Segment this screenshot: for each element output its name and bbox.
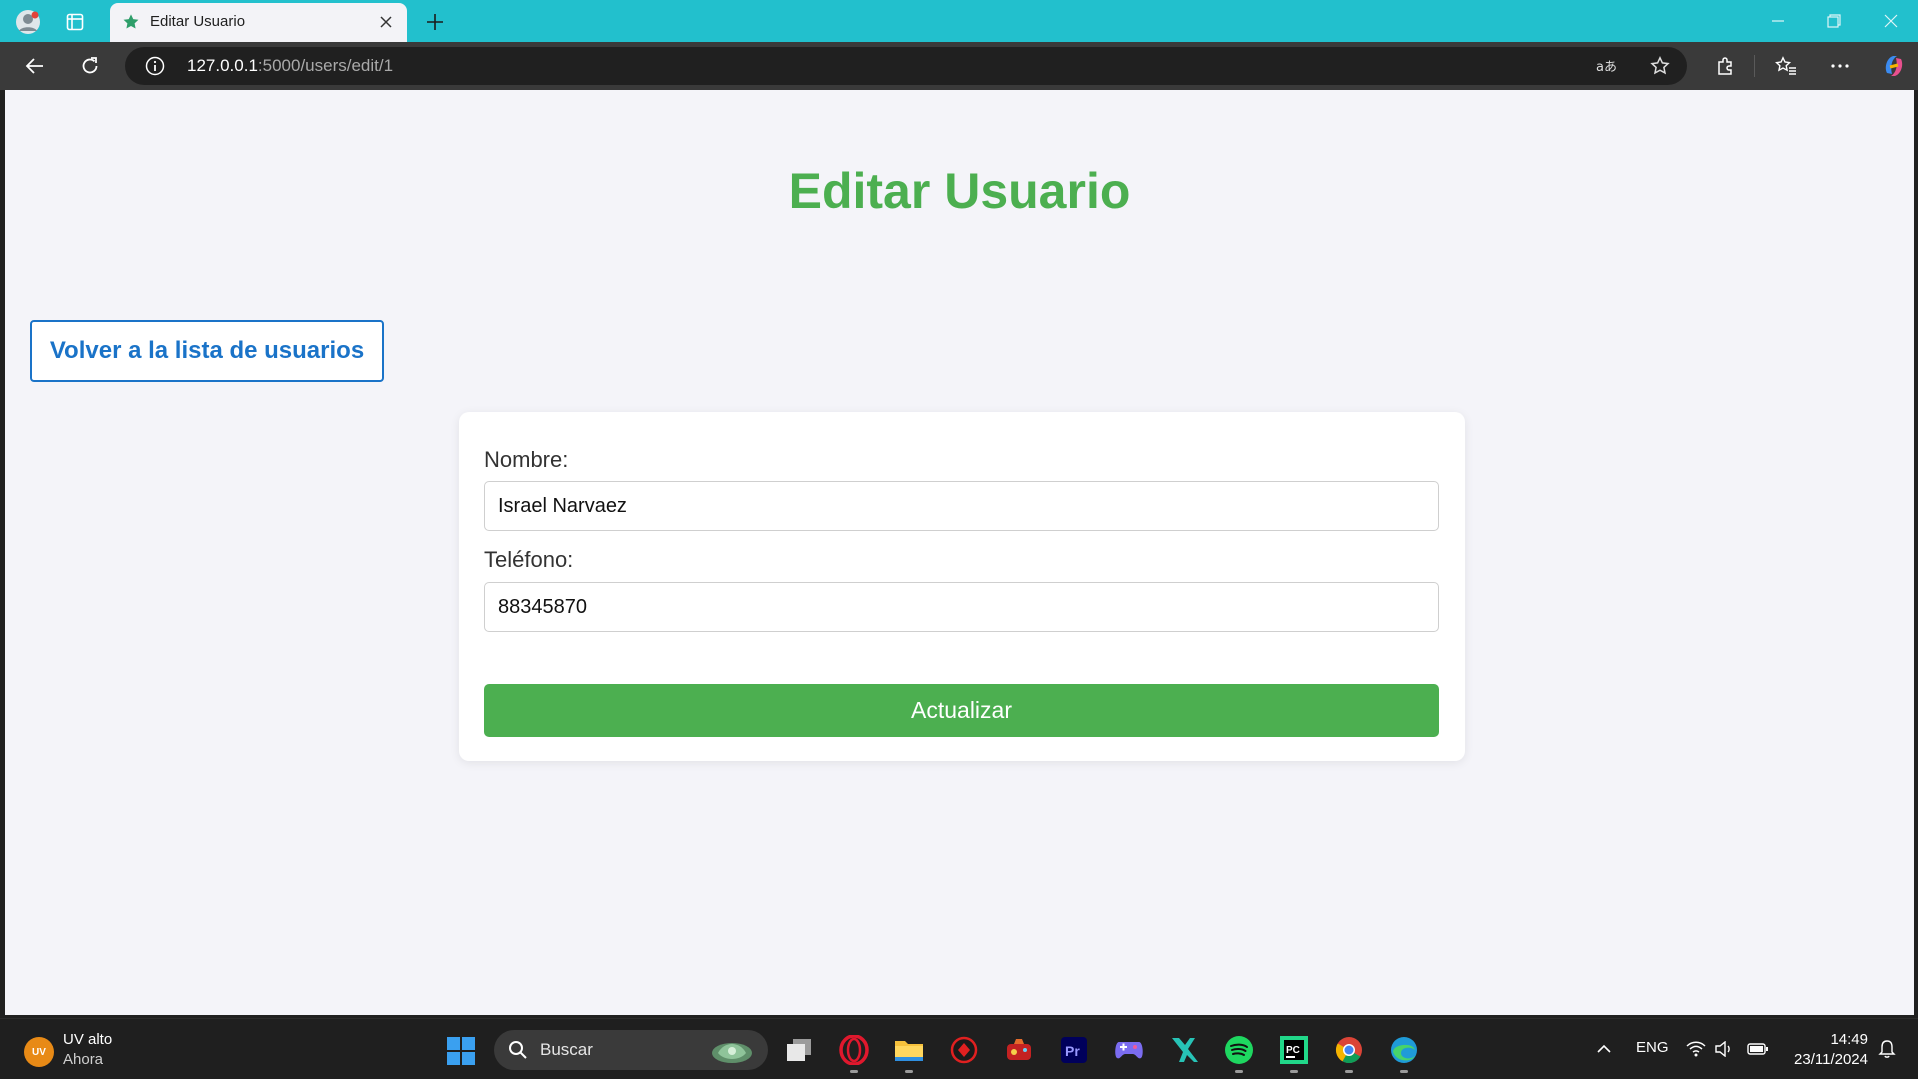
back-to-users-link[interactable]: Volver a la lista de usuarios	[30, 320, 384, 382]
toolbar-separator	[1754, 55, 1755, 77]
spotify-icon[interactable]	[1222, 1033, 1256, 1073]
svg-text:aあ: aあ	[1596, 60, 1617, 75]
search-icon	[509, 1041, 527, 1059]
red-app-icon[interactable]	[947, 1033, 981, 1067]
restore-window-icon[interactable]	[1814, 7, 1854, 35]
update-button[interactable]: Actualizar	[484, 684, 1439, 737]
edge-browser-icon[interactable]	[1387, 1033, 1421, 1073]
windows-start-icon[interactable]	[446, 1036, 476, 1066]
running-indicator	[1290, 1070, 1298, 1073]
pycharm-icon[interactable]: PC	[1277, 1033, 1311, 1073]
profile-icon[interactable]	[14, 8, 42, 36]
running-indicator	[1345, 1070, 1353, 1073]
running-indicator	[905, 1070, 913, 1073]
edit-user-form: Nombre: Teléfono: Actualizar	[459, 412, 1465, 761]
back-arrow-icon[interactable]	[18, 50, 52, 82]
file-explorer-icon[interactable]	[892, 1033, 926, 1073]
weather-subtitle: Ahora	[63, 1051, 104, 1068]
wifi-icon[interactable]	[1685, 1035, 1707, 1063]
copilot-icon[interactable]	[1877, 50, 1911, 82]
workspaces-icon[interactable]	[61, 8, 89, 36]
browser-tab-active[interactable]: Editar Usuario	[110, 3, 407, 42]
clock-date[interactable]: 23/11/2024	[1794, 1051, 1868, 1068]
name-label: Nombre:	[484, 447, 569, 472]
opera-browser-icon[interactable]	[837, 1033, 871, 1073]
more-options-icon[interactable]	[1823, 50, 1857, 82]
url-path: :5000/users/edit/1	[257, 56, 394, 75]
favorites-list-icon[interactable]	[1769, 50, 1803, 82]
taskbar-search[interactable]: Buscar	[494, 1030, 768, 1070]
url-host: 127.0.0.1	[187, 56, 258, 75]
uv-index-icon: UV	[24, 1037, 54, 1067]
page-viewport: Editar Usuario Volver a la lista de usua…	[5, 90, 1914, 1015]
read-aloud-icon[interactable]: aあ	[1595, 54, 1619, 78]
close-tab-icon[interactable]	[375, 11, 397, 33]
input-language[interactable]: ENG	[1636, 1039, 1669, 1056]
extensions-icon[interactable]	[1708, 50, 1742, 82]
notifications-bell-icon[interactable]	[1876, 1035, 1898, 1063]
svg-text:PC: PC	[1286, 1045, 1300, 1056]
new-tab-icon[interactable]	[420, 8, 450, 36]
refresh-icon[interactable]	[73, 50, 107, 82]
svg-text:Pr: Pr	[1065, 1043, 1080, 1059]
volume-icon[interactable]	[1713, 1035, 1735, 1063]
browser-tab-bar: Editar Usuario	[0, 0, 1918, 42]
minimize-window-icon[interactable]	[1758, 7, 1798, 35]
address-bar[interactable]: 127.0.0.1:5000/users/edit/1 aあ	[125, 47, 1687, 85]
close-window-icon[interactable]	[1871, 7, 1911, 35]
task-view-icon[interactable]	[782, 1033, 816, 1067]
phone-label: Teléfono:	[484, 547, 574, 572]
running-indicator	[1235, 1070, 1243, 1073]
premiere-pro-icon[interactable]: Pr	[1057, 1033, 1091, 1067]
favorite-star-icon[interactable]	[1648, 54, 1672, 78]
weather-title: UV alto	[63, 1031, 113, 1048]
phone-input[interactable]	[484, 582, 1439, 632]
x-app-icon[interactable]	[1167, 1033, 1201, 1067]
page-title: Editar Usuario	[788, 163, 1131, 219]
name-input[interactable]	[484, 481, 1439, 531]
show-hidden-icons-chevron-icon[interactable]	[1594, 1035, 1614, 1063]
clock-time[interactable]: 14:49	[1830, 1031, 1868, 1048]
search-highlight-icon	[712, 1043, 752, 1063]
star-favicon-icon	[123, 14, 139, 29]
game-app-icon[interactable]	[1002, 1033, 1036, 1067]
chrome-icon[interactable]	[1332, 1033, 1366, 1073]
site-info-icon[interactable]	[145, 56, 165, 76]
running-indicator	[850, 1070, 858, 1073]
game-controller-icon[interactable]	[1112, 1033, 1146, 1067]
url-text[interactable]: 127.0.0.1:5000/users/edit/1	[187, 56, 393, 76]
tab-title: Editar Usuario	[150, 13, 246, 30]
browser-toolbar: 127.0.0.1:5000/users/edit/1 aあ	[0, 42, 1918, 90]
windows-taskbar: UV UV alto Ahora Buscar Pr PC ENG 14:49 …	[0, 1018, 1918, 1079]
battery-icon[interactable]	[1746, 1035, 1770, 1063]
search-placeholder: Buscar	[540, 1040, 593, 1059]
running-indicator	[1400, 1070, 1408, 1073]
